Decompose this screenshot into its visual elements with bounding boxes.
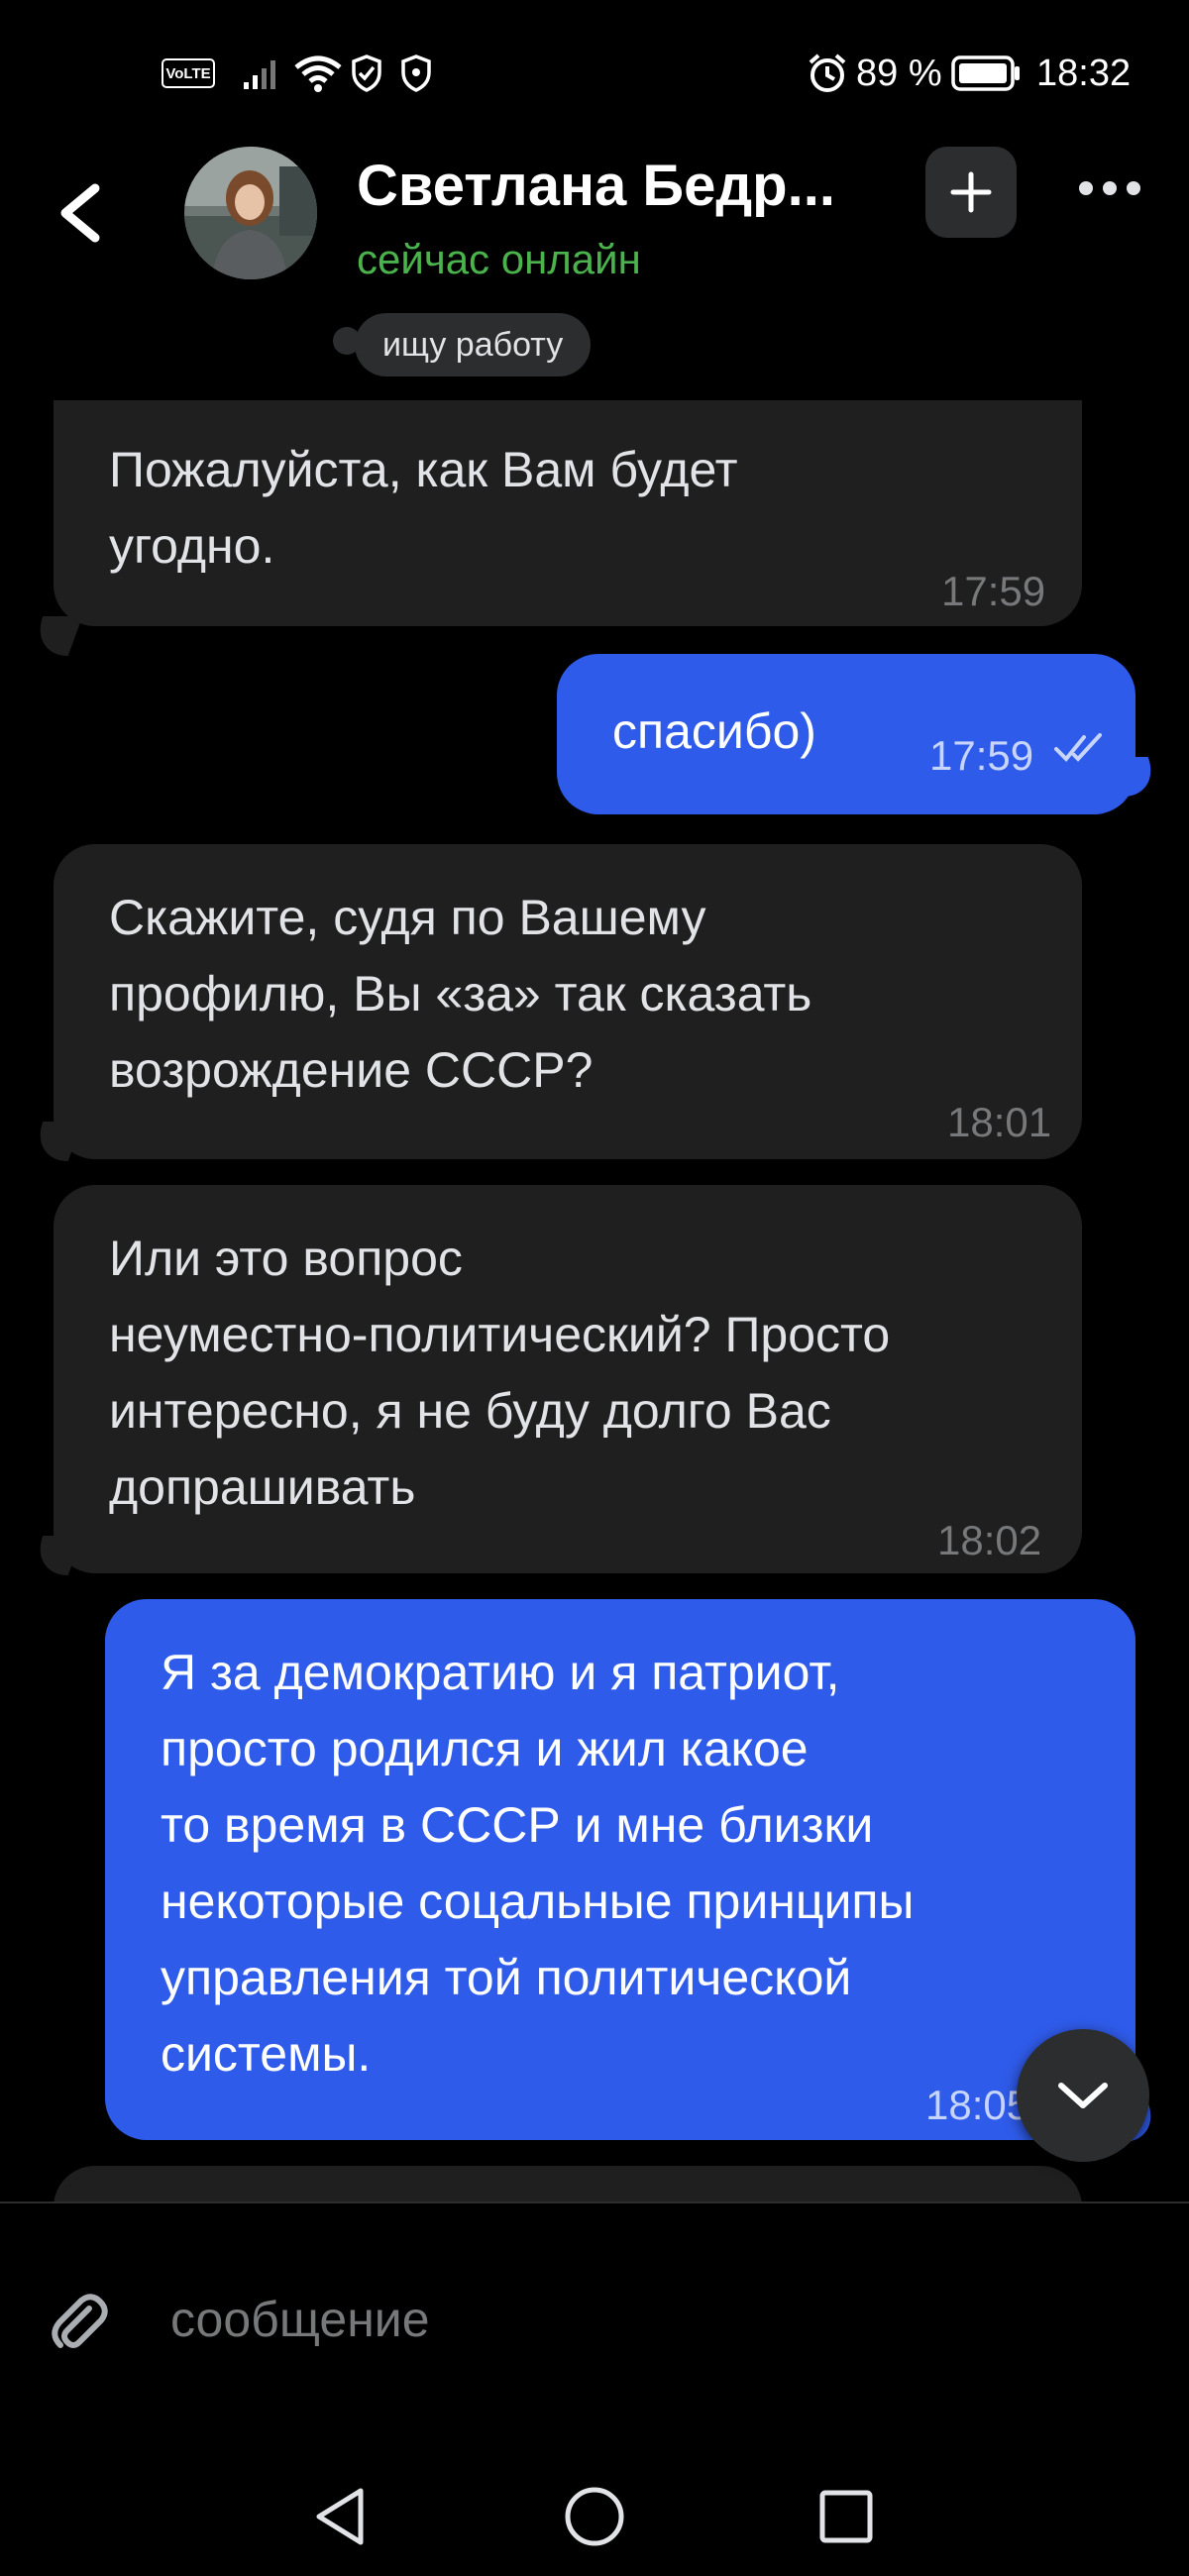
message-incoming[interactable] — [54, 2166, 1082, 2201]
attach-button[interactable] — [44, 2289, 113, 2358]
nav-recents-icon — [819, 2490, 873, 2543]
message-incoming[interactable]: Или это вопрос неуместно-политический? П… — [54, 1185, 1082, 1573]
nav-recents-button[interactable] — [807, 2477, 886, 2556]
online-status: сейчас онлайн — [357, 236, 641, 282]
paperclip-icon — [52, 2294, 108, 2348]
wifi-icon — [293, 52, 343, 95]
nav-back-icon — [316, 2488, 364, 2545]
message-time: 18:02 — [937, 1517, 1042, 1563]
message-text: интересно, я не буду долго Вас — [109, 1383, 831, 1439]
message-text: Скажите, судя по Вашему — [109, 890, 706, 945]
message-incoming[interactable]: Пожалуйста, как Вам будет угодно. 17:59 — [54, 400, 1082, 626]
message-list[interactable]: Пожалуйста, как Вам будет угодно. 17:59 … — [0, 400, 1189, 2201]
avatar[interactable] — [184, 147, 317, 279]
back-button[interactable] — [48, 168, 117, 258]
volte-icon: VoLTE — [162, 52, 215, 95]
message-text: управления той политической — [161, 1950, 852, 2005]
message-text: профилю, Вы «за» так сказать — [109, 966, 812, 1021]
add-button[interactable] — [925, 147, 1017, 238]
message-text: неуместно-политический? Просто — [109, 1307, 891, 1362]
status-bar: VoLTE 89 % 18:32 — [0, 0, 1189, 149]
message-time: 18:01 — [947, 1099, 1052, 1145]
nav-home-button[interactable] — [555, 2477, 634, 2556]
message-text: то время в СССР и мне близки — [161, 1797, 874, 1853]
clock: 18:32 — [1036, 52, 1132, 94]
message-incoming[interactable]: Скажите, судя по Вашему профилю, Вы «за»… — [54, 844, 1082, 1159]
battery-icon — [951, 52, 1023, 95]
message-text: Я за демократию и я патриот, — [161, 1645, 840, 1700]
message-outgoing[interactable]: спасибо) 17:59 — [557, 654, 1135, 814]
plus-icon — [950, 171, 992, 213]
message-text: угодно. — [109, 518, 275, 574]
back-arrow-icon — [60, 183, 100, 243]
message-time: 18:05 — [925, 2082, 1030, 2128]
message-text: Или это вопрос — [109, 1231, 463, 1286]
nav-back-button[interactable] — [301, 2477, 380, 2556]
chevron-down-icon — [1058, 2083, 1108, 2108]
read-checkmarks-icon — [1054, 733, 1102, 762]
message-text: допрашивать — [109, 1459, 416, 1515]
message-time: 17:59 — [929, 732, 1034, 779]
alarm-icon — [807, 52, 848, 95]
message-text: просто родился и жил какое — [161, 1721, 809, 1776]
more-icon — [1079, 181, 1093, 195]
message-text: Пожалуйста, как Вам будет — [109, 442, 738, 497]
scroll-to-bottom-button[interactable] — [1017, 2029, 1149, 2162]
more-button[interactable] — [1070, 159, 1149, 218]
battery-percent: 89 % — [856, 52, 942, 94]
shield-icon — [400, 52, 432, 95]
message-text: некоторые соцальные принципы — [161, 1874, 915, 1929]
message-text: возрождение СССР? — [109, 1042, 594, 1098]
shield-check-icon — [351, 52, 382, 95]
contact-name[interactable]: Светлана Бедр... — [357, 153, 835, 219]
message-input[interactable] — [168, 2279, 1064, 2360]
status-chip: ищу работу — [355, 313, 592, 376]
nav-home-icon — [565, 2487, 624, 2546]
message-outgoing[interactable]: Я за демократию и я патриот, просто роди… — [105, 1599, 1135, 2140]
signal-icon — [242, 52, 281, 95]
message-text: спасибо) — [612, 703, 816, 759]
message-time: 17:59 — [941, 568, 1046, 614]
